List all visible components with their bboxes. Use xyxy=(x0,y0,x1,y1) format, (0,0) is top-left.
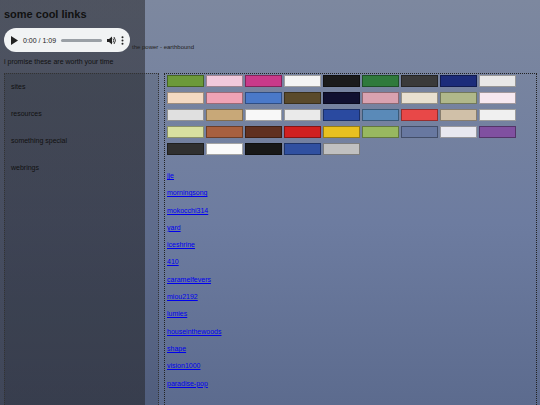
site-link[interactable]: mokocchi314 xyxy=(167,207,208,214)
site-button[interactable] xyxy=(323,75,360,87)
link-item: 410 xyxy=(167,252,534,269)
site-button[interactable] xyxy=(440,75,477,87)
song-caption: the power - earthbound xyxy=(132,44,194,50)
sidebar-item[interactable]: sites xyxy=(11,80,152,93)
page: some cool links 0:00 / 1:09 the power - ea… xyxy=(0,0,540,405)
site-button[interactable] xyxy=(440,92,477,104)
site-button[interactable] xyxy=(245,126,282,138)
link-item: lumies xyxy=(167,304,534,321)
site-button[interactable] xyxy=(284,126,321,138)
site-button[interactable] xyxy=(167,126,204,138)
site-button[interactable] xyxy=(245,143,282,155)
site-button[interactable] xyxy=(245,109,282,121)
audio-player[interactable]: 0:00 / 1:09 xyxy=(4,28,130,52)
site-button[interactable] xyxy=(206,126,243,138)
site-button[interactable] xyxy=(479,75,516,87)
site-button[interactable] xyxy=(167,109,204,121)
audio-time: 0:00 / 1:09 xyxy=(23,37,56,44)
site-button[interactable] xyxy=(401,75,438,87)
play-icon[interactable] xyxy=(10,36,18,45)
site-link[interactable]: jje xyxy=(167,172,174,179)
site-button[interactable] xyxy=(206,143,243,155)
site-button[interactable] xyxy=(245,92,282,104)
site-button[interactable] xyxy=(206,75,243,87)
audio-track[interactable] xyxy=(61,39,102,42)
site-button[interactable] xyxy=(401,109,438,121)
site-button[interactable] xyxy=(362,126,399,138)
link-item: paradise-pop xyxy=(167,374,534,391)
site-button[interactable] xyxy=(284,92,321,104)
sidebar: sites resources something special webrings xyxy=(4,73,159,405)
main: sites resources something special webrings j… xyxy=(4,73,537,405)
site-link[interactable]: lumies xyxy=(167,310,187,317)
link-item: vision1000 xyxy=(167,356,534,373)
site-button[interactable] xyxy=(323,109,360,121)
site-link[interactable]: yard xyxy=(167,224,181,231)
link-item: yard xyxy=(167,218,534,235)
link-list: jje morningsong mokocchi314 yard iceshrine 41… xyxy=(167,166,534,391)
site-button[interactable] xyxy=(440,126,477,138)
volume-icon[interactable] xyxy=(107,36,116,45)
link-item: houseinthewoods xyxy=(167,322,534,339)
site-link[interactable]: iceshrine xyxy=(167,241,195,248)
site-button[interactable] xyxy=(362,92,399,104)
site-button[interactable] xyxy=(323,126,360,138)
site-button[interactable] xyxy=(479,109,516,121)
link-item: jje xyxy=(167,166,534,183)
site-button[interactable] xyxy=(323,143,360,155)
site-button[interactable] xyxy=(284,109,321,121)
link-item: morningsong xyxy=(167,183,534,200)
site-button[interactable] xyxy=(167,75,204,87)
site-link[interactable]: 410 xyxy=(167,258,179,265)
site-button[interactable] xyxy=(206,109,243,121)
site-button[interactable] xyxy=(323,92,360,104)
site-button[interactable] xyxy=(284,75,321,87)
site-button[interactable] xyxy=(206,92,243,104)
sidebar-item[interactable]: something special xyxy=(11,134,152,147)
site-button[interactable] xyxy=(401,126,438,138)
link-item: caramelfevers xyxy=(167,270,534,287)
link-item: mokocchi314 xyxy=(167,201,534,218)
site-link[interactable]: paradise-pop xyxy=(167,380,208,387)
site-button[interactable] xyxy=(245,75,282,87)
site-button[interactable] xyxy=(362,109,399,121)
link-item: iceshrine xyxy=(167,235,534,252)
site-link[interactable]: houseinthewoods xyxy=(167,328,222,335)
site-link[interactable]: morningsong xyxy=(167,189,207,196)
link-item: shape xyxy=(167,339,534,356)
site-button[interactable] xyxy=(440,109,477,121)
button-wall xyxy=(167,75,517,155)
menu-icon[interactable] xyxy=(121,36,124,45)
sidebar-item[interactable]: webrings xyxy=(11,161,152,174)
site-button[interactable] xyxy=(284,143,321,155)
site-button[interactable] xyxy=(479,92,516,104)
site-link[interactable]: shape xyxy=(167,345,186,352)
site-button[interactable] xyxy=(401,92,438,104)
site-button[interactable] xyxy=(167,143,204,155)
site-link[interactable]: miou2192 xyxy=(167,293,198,300)
site-button[interactable] xyxy=(362,75,399,87)
subtitle: i promise these are worth your time xyxy=(4,57,537,67)
site-link[interactable]: caramelfevers xyxy=(167,276,211,283)
site-button[interactable] xyxy=(479,126,516,138)
link-item: miou2192 xyxy=(167,287,534,304)
player-row: 0:00 / 1:09 the power - earthbound xyxy=(4,28,537,52)
sidebar-item[interactable]: resources xyxy=(11,107,152,120)
links-panel: jje morningsong mokocchi314 yard iceshrine 41… xyxy=(164,73,537,405)
page-title: some cool links xyxy=(4,6,537,22)
site-button[interactable] xyxy=(167,92,204,104)
site-link[interactable]: vision1000 xyxy=(167,362,200,369)
